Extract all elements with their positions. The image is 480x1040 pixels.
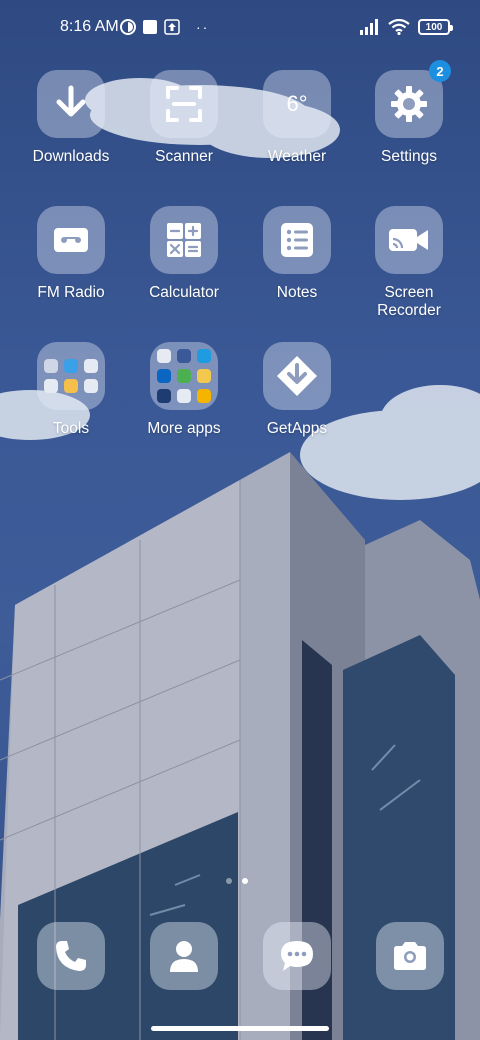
battery-icon: 100 [418, 19, 453, 35]
mini-app-icon [84, 379, 98, 393]
notification-icons: ·· [120, 17, 209, 37]
mini-app-icon [177, 369, 191, 383]
upload-notification-icon [164, 19, 180, 35]
battery-level: 100 [425, 21, 443, 33]
more-apps-folder-icon[interactable] [150, 342, 218, 410]
app-getapps[interactable]: GetApps [241, 342, 353, 438]
mini-app-icon [197, 389, 211, 403]
mini-app-icon [177, 349, 191, 363]
fm-radio-app-icon[interactable] [37, 206, 105, 274]
app-label: Notes [276, 284, 318, 301]
page-indicator [226, 878, 248, 884]
video-camera-icon [389, 229, 428, 251]
folder-preview [44, 359, 98, 393]
screen-recorder-app-icon[interactable] [375, 206, 443, 274]
calculator-app-icon[interactable] [150, 206, 218, 274]
scan-frame-icon [166, 86, 202, 122]
mini-app-icon [64, 359, 78, 373]
weather-app-icon[interactable]: 6° [263, 70, 331, 138]
app-label: Weather [267, 148, 327, 165]
calculator-icon [167, 223, 201, 257]
system-icons: 100 [360, 16, 453, 38]
app-label: Settings [380, 148, 437, 165]
mini-app-icon [44, 379, 58, 393]
app-scanner[interactable]: Scanner [128, 70, 240, 166]
mini-app-icon [157, 369, 171, 383]
list-icon [281, 223, 313, 257]
wifi-icon [388, 19, 410, 35]
app-label: Downloads [32, 148, 110, 165]
app-screen-recorder[interactable]: Screen Recorder [353, 206, 465, 320]
more-notifications-indicator: ·· [196, 19, 210, 35]
app-label: Tools [52, 420, 90, 437]
getapps-app-icon[interactable] [263, 342, 331, 410]
messages-bubble-icon [281, 941, 313, 971]
folder-tools[interactable]: Tools [15, 342, 127, 438]
square-notification-icon [143, 20, 157, 34]
dock-contacts[interactable] [150, 922, 218, 990]
mini-app-icon [197, 349, 211, 363]
dock-phone[interactable] [37, 922, 105, 990]
home-indicator[interactable] [151, 1026, 329, 1031]
weather-temperature: 6° [286, 91, 308, 116]
app-settings[interactable]: 2 Settings [353, 60, 465, 166]
signal-icon [360, 19, 378, 35]
page-dot[interactable] [226, 878, 232, 884]
mini-app-icon [177, 389, 191, 403]
app-calculator[interactable]: Calculator [128, 206, 240, 302]
app-label: Screen Recorder [377, 284, 441, 319]
app-downloads[interactable]: Downloads [15, 70, 127, 166]
mini-app-icon [157, 349, 171, 363]
app-notes[interactable]: Notes [241, 206, 353, 302]
camera-icon [394, 942, 426, 970]
download-arrow-icon [56, 85, 86, 117]
folder-more-apps[interactable]: More apps [128, 342, 240, 438]
mini-app-icon [197, 369, 211, 383]
dock-camera[interactable] [376, 922, 444, 990]
mini-app-icon [157, 389, 171, 403]
mini-app-icon [44, 359, 58, 373]
settings-app-icon[interactable]: 2 [375, 60, 451, 138]
notification-badge: 2 [429, 60, 451, 82]
data-saver-icon [120, 19, 136, 35]
app-label: FM Radio [37, 284, 105, 301]
app-label: Scanner [155, 148, 213, 165]
dock-messages[interactable] [263, 922, 331, 990]
folder-preview [157, 349, 211, 403]
mini-app-icon [64, 379, 78, 393]
app-weather[interactable]: 6° Weather [241, 70, 353, 166]
app-label: Calculator [149, 284, 219, 301]
getapps-diamond-icon [277, 356, 317, 396]
app-label: More apps [147, 420, 221, 437]
page-dot-active[interactable] [242, 878, 248, 884]
radio-cassette-icon [54, 228, 88, 252]
phone-icon [56, 941, 86, 971]
gear-icon [391, 86, 427, 122]
status-time: 8:16 AM [60, 18, 119, 35]
app-label: GetApps [266, 420, 328, 437]
contacts-person-icon [170, 941, 198, 972]
tools-folder-icon[interactable] [37, 342, 105, 410]
mini-app-icon [84, 359, 98, 373]
status-bar: 8:16 AM ·· 100 [0, 0, 480, 56]
app-fm-radio[interactable]: FM Radio [15, 206, 127, 302]
downloads-app-icon[interactable] [37, 70, 105, 138]
notes-app-icon[interactable] [263, 206, 331, 274]
scanner-app-icon[interactable] [150, 70, 218, 138]
